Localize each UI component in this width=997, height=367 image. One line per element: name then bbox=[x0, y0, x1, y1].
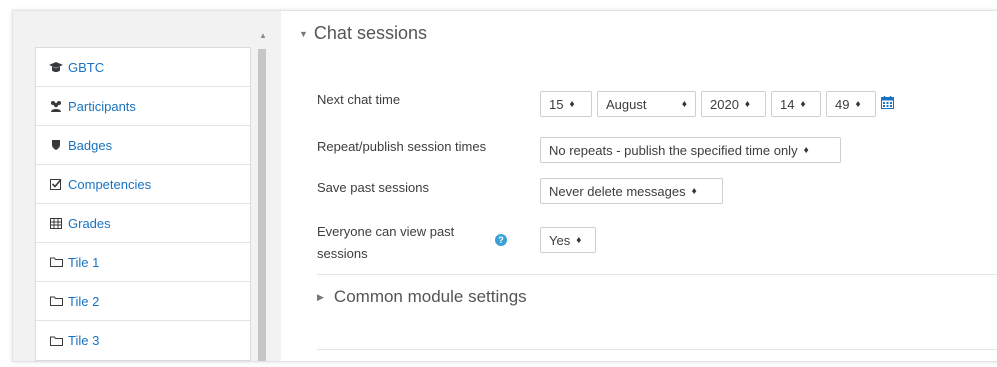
sort-arrows-icon: ♦ bbox=[691, 185, 697, 197]
caret-right-icon: ▶ bbox=[317, 291, 324, 302]
users-icon bbox=[48, 100, 64, 112]
shield-icon bbox=[48, 139, 64, 151]
nav-item-label: Participants bbox=[68, 98, 136, 114]
sort-arrows-icon: ♦ bbox=[576, 234, 582, 246]
nav-item-gbtc[interactable]: GBTC bbox=[36, 48, 250, 87]
sort-arrows-icon: ♦ bbox=[803, 144, 809, 156]
nav-item-tile-1[interactable]: Tile 1 bbox=[36, 243, 250, 282]
day-select[interactable]: 15 ♦ bbox=[540, 91, 592, 117]
repeat-value: No repeats - publish the specified time … bbox=[549, 142, 798, 158]
everyone-view-select[interactable]: Yes ♦ bbox=[540, 227, 596, 253]
everyone-view-label: Everyone can view past sessions bbox=[317, 223, 454, 263]
everyone-view-value: Yes bbox=[549, 232, 571, 248]
nav-item-grades[interactable]: Grades bbox=[36, 204, 250, 243]
folder-icon bbox=[48, 296, 64, 306]
nav-item-label: Grades bbox=[68, 215, 111, 231]
month-select[interactable]: August ♦ bbox=[597, 91, 696, 117]
everyone-view-label-line2: sessions bbox=[317, 246, 368, 261]
save-past-sessions-select[interactable]: Never delete messages ♦ bbox=[540, 178, 723, 204]
nav-item-participants[interactable]: Participants bbox=[36, 87, 250, 126]
nav-list: GBTC Participants Badges Competencies Gr… bbox=[35, 47, 251, 361]
month-value: August bbox=[606, 96, 647, 112]
repeat-select[interactable]: No repeats - publish the specified time … bbox=[540, 137, 841, 163]
nav-item-label: GBTC bbox=[68, 59, 105, 75]
nav-item-label: Badges bbox=[68, 137, 113, 153]
section-divider bbox=[317, 349, 997, 350]
scrollbar-thumb[interactable] bbox=[258, 49, 266, 361]
common-module-settings-title: Common module settings bbox=[333, 287, 527, 306]
calendar-icon[interactable] bbox=[881, 96, 894, 114]
hour-value: 14 bbox=[780, 96, 795, 112]
sort-arrows-icon: ♦ bbox=[800, 98, 806, 110]
nav-item-label: Competencies bbox=[68, 176, 152, 192]
browser-frame: GBTC Participants Badges Competencies Gr… bbox=[12, 10, 997, 362]
day-value: 15 bbox=[549, 96, 564, 112]
everyone-view-label-line1: Everyone can view past bbox=[317, 224, 455, 239]
repeat-label: Repeat/publish session times bbox=[317, 139, 487, 154]
year-select[interactable]: 2020 ♦ bbox=[701, 91, 766, 117]
table-icon bbox=[48, 217, 64, 229]
main-content: ▼ Chat sessions Next chat time 15 ♦ Augus… bbox=[281, 11, 997, 361]
caret-down-icon: ▼ bbox=[299, 28, 308, 39]
graduation-cap-icon bbox=[48, 61, 64, 73]
minute-value: 49 bbox=[835, 96, 850, 112]
nav-item-competencies[interactable]: Competencies bbox=[36, 165, 250, 204]
nav-item-label: Tile 2 bbox=[68, 293, 100, 309]
navigation-drawer: GBTC Participants Badges Competencies Gr… bbox=[13, 11, 281, 361]
folder-icon bbox=[48, 257, 64, 267]
year-value: 2020 bbox=[710, 96, 739, 112]
help-icon[interactable]: ? bbox=[495, 234, 507, 246]
minute-select[interactable]: 49 ♦ bbox=[826, 91, 876, 117]
scroll-up-arrow-icon[interactable]: ▲ bbox=[259, 31, 267, 40]
section-divider bbox=[317, 274, 997, 275]
hour-select[interactable]: 14 ♦ bbox=[771, 91, 821, 117]
section-title: Chat sessions bbox=[313, 23, 427, 43]
save-past-sessions-label: Save past sessions bbox=[317, 180, 430, 195]
sort-arrows-icon: ♦ bbox=[681, 98, 687, 110]
nav-item-tile-3[interactable]: Tile 3 bbox=[36, 321, 250, 360]
nav-item-label: Tile 3 bbox=[68, 333, 100, 348]
common-module-settings-header[interactable]: ▶ Common module settings bbox=[317, 287, 527, 307]
chat-sessions-header[interactable]: ▼ Chat sessions bbox=[299, 23, 427, 44]
save-past-sessions-value: Never delete messages bbox=[549, 183, 686, 199]
sort-arrows-icon: ♦ bbox=[855, 98, 861, 110]
nav-item-label: Tile 1 bbox=[68, 254, 100, 270]
nav-item-tile-2[interactable]: Tile 2 bbox=[36, 282, 250, 321]
check-square-icon bbox=[48, 178, 64, 190]
sort-arrows-icon: ♦ bbox=[744, 98, 751, 110]
nav-item-badges[interactable]: Badges bbox=[36, 126, 250, 165]
sort-arrows-icon: ♦ bbox=[569, 98, 575, 110]
next-chat-time-label: Next chat time bbox=[317, 92, 401, 107]
folder-icon bbox=[48, 336, 64, 346]
